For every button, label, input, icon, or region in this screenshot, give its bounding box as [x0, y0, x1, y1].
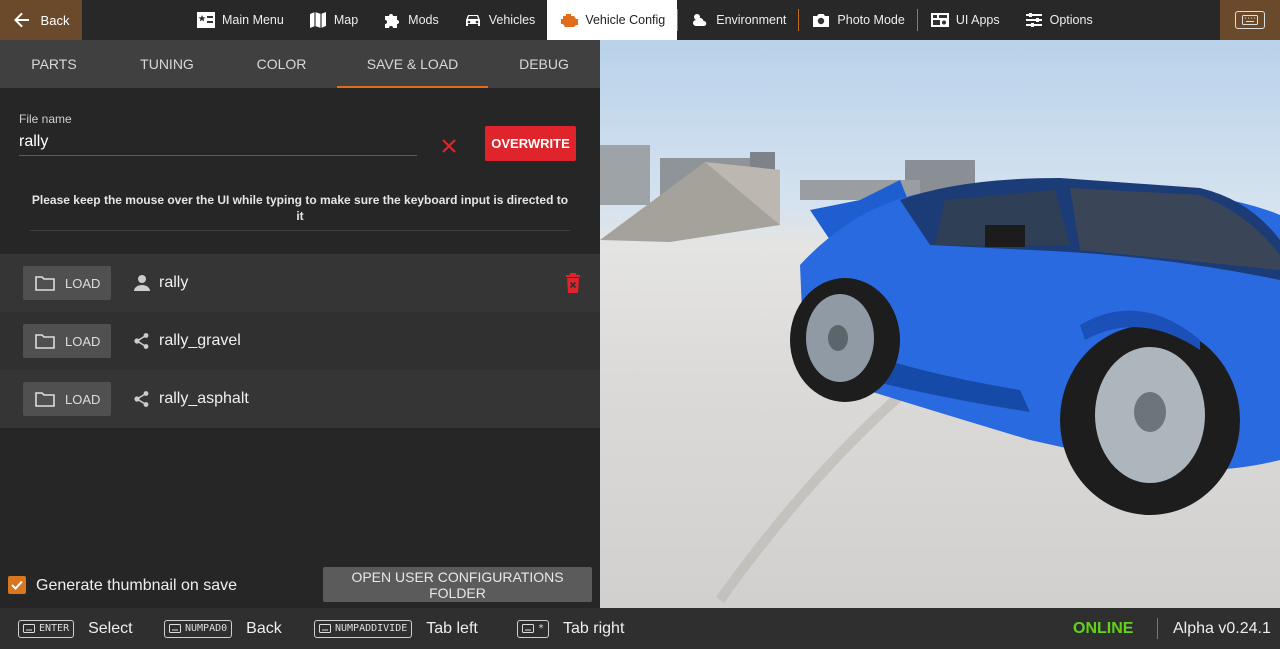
- config-name: rally_asphalt: [159, 390, 249, 407]
- main-menu-icon: [197, 12, 215, 28]
- user-icon: [134, 275, 150, 291]
- thumbnail-checkbox[interactable]: [8, 576, 26, 594]
- nav-environment[interactable]: Environment: [678, 0, 798, 40]
- hint-action: Back: [246, 619, 282, 637]
- load-label: LOAD: [65, 275, 101, 291]
- keyboard-icon: [1235, 11, 1265, 29]
- back-label: Back: [40, 12, 70, 28]
- open-user-configurations-folder-button[interactable]: OPEN USER CONFIGURATIONS FOLDER: [323, 567, 592, 602]
- keyboard-icon: [169, 624, 181, 633]
- bottom-hint-bar: ENTER Select NUMPAD0 Back NUMPADDIVIDE T…: [0, 608, 1280, 649]
- key-badge: *: [517, 619, 550, 638]
- folder-icon: [35, 276, 55, 291]
- tab-save-load[interactable]: SAVE & LOAD: [337, 40, 488, 88]
- key-label: NUMPAD0: [185, 623, 228, 634]
- camera-icon: [813, 14, 830, 27]
- keyboard-icon: [319, 624, 331, 633]
- hint-action: Tab right: [563, 619, 625, 637]
- puzzle-icon: [385, 14, 400, 28]
- nav-label: Environment: [716, 13, 787, 27]
- tab-debug[interactable]: DEBUG: [488, 40, 600, 88]
- config-row: LOAD rally_asphalt: [0, 370, 600, 428]
- car-icon: [465, 15, 480, 26]
- key-badge: NUMPADDIVIDE: [314, 619, 413, 638]
- config-tabs: PARTS TUNING COLOR SAVE & LOAD DEBUG: [0, 40, 600, 88]
- main-navigation: Main Menu Map Mods Vehicles Vehicle Conf…: [184, 0, 1105, 40]
- nav-label: Photo Mode: [837, 13, 905, 27]
- weather-icon: [693, 14, 707, 26]
- clear-file-name-button[interactable]: [437, 134, 461, 158]
- nav-photo-mode[interactable]: Photo Mode: [799, 0, 916, 40]
- nav-options[interactable]: Options: [1012, 0, 1105, 40]
- nav-label: Map: [333, 13, 359, 27]
- key-badge: ENTER: [18, 619, 75, 638]
- share-nodes-icon: [134, 391, 149, 407]
- version-label: Alpha v0.24.1: [1173, 620, 1271, 637]
- hint-action: Select: [88, 619, 133, 637]
- nav-label: Vehicle Config: [585, 13, 666, 27]
- nav-mods[interactable]: Mods: [370, 0, 451, 40]
- nav-label: Mods: [408, 13, 439, 27]
- close-icon: [442, 139, 456, 153]
- config-name: rally: [159, 274, 189, 291]
- key-label: ENTER: [39, 623, 70, 634]
- divider: [1157, 618, 1158, 639]
- nav-label: Main Menu: [222, 13, 284, 27]
- key-label: NUMPADDIVIDE: [335, 623, 408, 634]
- saved-config-list: LOAD rally LOAD rally_gravel LOAD rally_…: [0, 254, 600, 428]
- vehicle-scene-illustration: [600, 145, 1280, 603]
- hint-tab-left[interactable]: NUMPADDIVIDE Tab left: [314, 608, 478, 649]
- trash-icon: [566, 273, 580, 293]
- ui-apps-icon: [930, 13, 949, 27]
- nav-vehicle-config[interactable]: Vehicle Config: [547, 0, 678, 40]
- config-row: LOAD rally_gravel: [0, 312, 600, 370]
- load-config-button[interactable]: LOAD: [23, 382, 111, 416]
- sliders-icon: [1025, 13, 1042, 27]
- delete-config-button[interactable]: [562, 272, 584, 294]
- nav-ui-apps[interactable]: UI Apps: [918, 0, 1012, 40]
- load-config-button[interactable]: LOAD: [23, 324, 111, 358]
- engine-icon: [561, 14, 579, 27]
- nav-label: UI Apps: [955, 13, 1000, 27]
- map-icon: [309, 12, 326, 28]
- tab-tuning[interactable]: TUNING: [108, 40, 226, 88]
- load-label: LOAD: [65, 333, 101, 349]
- folder-icon: [35, 334, 55, 349]
- tab-color[interactable]: COLOR: [226, 40, 337, 88]
- hint-tab-right[interactable]: * Tab right: [517, 608, 624, 649]
- config-row: LOAD rally: [0, 254, 600, 312]
- top-menu-bar: Back Main Menu Map Mods Vehicles Vehicle…: [0, 0, 1280, 40]
- load-config-button[interactable]: LOAD: [23, 266, 111, 300]
- hint-action: Tab left: [426, 619, 478, 637]
- keyboard-focus-hint: Please keep the mouse over the UI while …: [31, 193, 569, 223]
- folder-icon: [35, 392, 55, 407]
- overwrite-button[interactable]: OVERWRITE: [485, 126, 576, 161]
- hint-select[interactable]: ENTER Select: [18, 608, 133, 649]
- nav-vehicles[interactable]: Vehicles: [451, 0, 548, 40]
- online-status: ONLINE: [1073, 620, 1134, 637]
- keyboard-icon: [23, 624, 35, 633]
- controller-bindings-button[interactable]: [1220, 0, 1280, 40]
- nav-label: Options: [1049, 13, 1093, 27]
- hint-back[interactable]: NUMPAD0 Back: [164, 608, 282, 649]
- share-nodes-icon: [134, 333, 149, 349]
- load-label: LOAD: [65, 391, 101, 407]
- thumbnail-label[interactable]: Generate thumbnail on save: [36, 577, 237, 595]
- vehicle-config-panel: PARTS TUNING COLOR SAVE & LOAD DEBUG Fil…: [0, 40, 600, 608]
- key-label: *: [538, 623, 545, 634]
- config-name: rally_gravel: [159, 332, 241, 349]
- nav-label: Vehicles: [488, 13, 536, 27]
- back-button[interactable]: Back: [0, 0, 82, 40]
- divider: [30, 230, 570, 231]
- tab-parts[interactable]: PARTS: [0, 40, 108, 88]
- vehicle-viewport[interactable]: [600, 40, 1280, 608]
- checkmark-icon: [11, 580, 23, 590]
- nav-map[interactable]: Map: [296, 0, 370, 40]
- nav-main-menu[interactable]: Main Menu: [184, 0, 296, 40]
- file-name-input[interactable]: [19, 128, 417, 156]
- arrow-left-icon: [13, 12, 29, 28]
- key-badge: NUMPAD0: [164, 619, 233, 638]
- file-name-label: File name: [19, 112, 72, 126]
- keyboard-icon: [522, 624, 534, 633]
